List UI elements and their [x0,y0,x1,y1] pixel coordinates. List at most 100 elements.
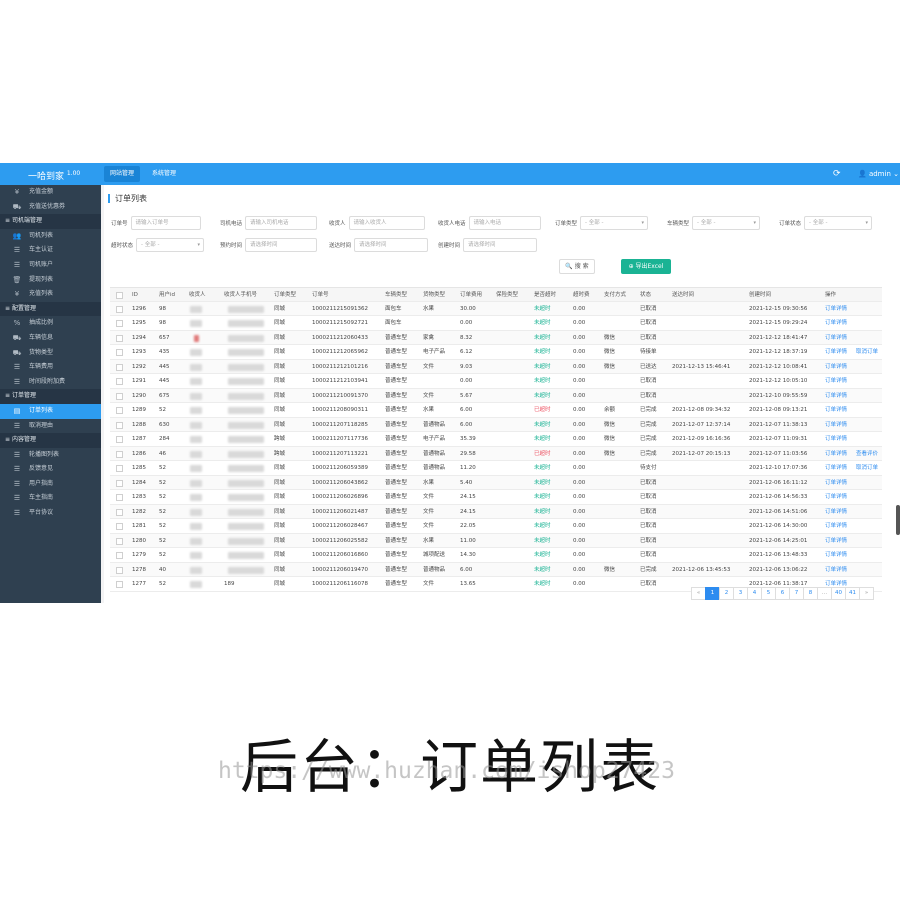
secondary-action-link[interactable]: 查看评价 [856,447,878,462]
filter-select[interactable]: - 全部 - ▾ [580,216,649,230]
sidebar-item[interactable]: ☰ 车主指南 [0,491,101,506]
order-detail-link[interactable]: 订单详情 [825,461,847,476]
order-detail-link[interactable]: 订单详情 [825,432,847,447]
sidebar-item[interactable]: ☰ 车辆费用 [0,360,101,375]
order-detail-link[interactable]: 订单详情 [825,316,847,331]
sidebar-item[interactable]: ☰ 平台协议 [0,506,101,521]
row-checkbox[interactable] [116,436,123,443]
sidebar-item[interactable]: ☰ 时间段附加费 [0,375,101,390]
page-button[interactable]: 40 [831,587,846,600]
row-checkbox[interactable] [116,523,123,530]
column-header[interactable]: 收货人 [189,288,206,303]
page-button[interactable]: 5 [761,587,776,600]
sidebar-item[interactable]: ☰ 取消理由 [0,419,101,434]
order-detail-link[interactable]: 订单详情 [825,345,847,360]
row-checkbox[interactable] [116,392,123,400]
column-header[interactable]: 超时费 [573,288,590,303]
row-checkbox[interactable] [116,334,123,342]
column-header[interactable]: 支付方式 [604,288,626,303]
order-detail-link[interactable]: 订单详情 [825,476,847,491]
row-checkbox[interactable] [116,407,123,414]
sidebar-item[interactable]: ☰ 司机账户 [0,258,101,273]
app-logo[interactable]: 一哈到家 1.00 [0,163,101,185]
sidebar-item[interactable]: 👥 司机列表 [0,229,101,244]
row-checkbox[interactable] [116,363,123,371]
page-button[interactable]: 4 [747,587,762,600]
row-checkbox[interactable] [116,378,123,385]
sidebar-item[interactable]: ¥ 充值金额 [0,185,101,200]
column-header[interactable]: 收货人手机号 [224,288,257,303]
column-header[interactable]: 操作 [825,288,836,303]
nav-website-management[interactable]: 网站管理 [104,166,141,182]
column-header[interactable]: 订单费用 [460,288,482,303]
column-header[interactable]: 订单号 [312,288,329,303]
column-header[interactable]: 送达时间 [672,288,694,303]
secondary-action-link[interactable]: 取消订单 [856,461,878,476]
filter-select[interactable]: - 全部 - ▾ [804,216,873,230]
row-checkbox[interactable] [116,465,123,472]
sidebar-item[interactable]: ⛟ 货物类型 [0,346,101,361]
sidebar-item[interactable]: ▤ 订单列表 [0,403,101,419]
order-detail-link[interactable]: 订单详情 [825,447,847,462]
order-detail-link[interactable]: 订单详情 [825,505,847,520]
order-detail-link[interactable]: 订单详情 [825,360,847,375]
row-checkbox[interactable] [116,421,123,429]
order-detail-link[interactable]: 订单详情 [825,548,847,563]
column-header[interactable]: 货物类型 [423,288,445,303]
scroll-tab[interactable] [896,505,900,535]
column-header[interactable]: 车辆类型 [385,288,407,303]
order-detail-link[interactable]: 订单详情 [825,534,847,549]
page-button[interactable]: 41 [845,587,860,600]
row-checkbox[interactable] [116,305,123,313]
row-checkbox[interactable] [116,479,123,487]
column-header[interactable]: 用户id [159,288,175,303]
row-checkbox[interactable] [116,320,123,327]
order-detail-link[interactable]: 订单详情 [825,374,847,389]
column-header[interactable]: ID [132,288,138,303]
nav-system-management[interactable]: 系统管理 [146,166,182,182]
user-menu[interactable]: 👤 admin ⌄ [858,167,899,181]
page-button[interactable]: 2 [719,587,734,600]
row-checkbox[interactable] [116,537,123,545]
order-detail-link[interactable]: 订单详情 [825,563,847,578]
filter-select[interactable]: - 全部 - ▾ [136,238,205,252]
export-excel-button[interactable]: ⊕ 导出Excel [621,259,671,274]
row-checkbox[interactable] [116,508,123,516]
row-checkbox[interactable] [116,552,123,559]
column-header[interactable]: 是否超时 [534,288,556,303]
order-detail-link[interactable]: 订单详情 [825,389,847,404]
sidebar-item[interactable]: ☰ 用户指南 [0,477,101,492]
filter-input[interactable]: 请输入电话 [468,216,541,230]
column-header[interactable]: 状态 [640,288,651,303]
filter-select[interactable]: - 全部 - ▾ [692,216,761,230]
refresh-icon[interactable]: ⟳ [833,167,841,181]
sidebar-item[interactable]: 🗑 提现列表 [0,273,101,288]
row-checkbox[interactable] [116,566,123,574]
sidebar-group[interactable]: ≡ 配置管理 [0,301,101,317]
sidebar-item[interactable]: ☰ 轮播图列表 [0,448,101,463]
filter-input[interactable]: 请输入司机电话 [245,216,318,230]
column-header[interactable]: 创建时间 [749,288,771,303]
filter-input[interactable]: 请输入收货人 [348,216,425,230]
filter-input[interactable]: 请选择时间 [354,238,429,252]
sidebar-item[interactable]: % 抽成比例 [0,316,101,331]
row-checkbox[interactable] [116,581,123,588]
sidebar-item[interactable]: ☰ 反馈意见 [0,462,101,477]
order-detail-link[interactable]: 订单详情 [825,331,847,346]
order-detail-link[interactable]: 订单详情 [825,418,847,433]
sidebar-group[interactable]: ≡ 司机端管理 [0,214,101,229]
row-checkbox[interactable] [116,450,123,458]
page-button[interactable]: 3 [733,587,748,600]
page-button[interactable]: 6 [775,587,790,600]
sidebar-group[interactable]: ≡ 订单管理 [0,389,101,404]
row-checkbox[interactable] [116,494,123,501]
filter-input[interactable]: 请选择时间 [245,238,318,252]
secondary-action-link[interactable]: 取消订单 [856,345,878,360]
order-detail-link[interactable]: 订单详情 [825,519,847,534]
page-button[interactable]: 7 [789,587,804,600]
sidebar-item[interactable]: ⛟ 车辆信息 [0,331,101,346]
sidebar-group[interactable]: ≡ 内容管理 [0,433,101,448]
search-button[interactable]: 🔍 搜 索 [559,259,595,274]
sidebar-item[interactable]: ¥ 充值列表 [0,287,101,302]
sidebar-item[interactable]: ☰ 车主认证 [0,243,101,258]
